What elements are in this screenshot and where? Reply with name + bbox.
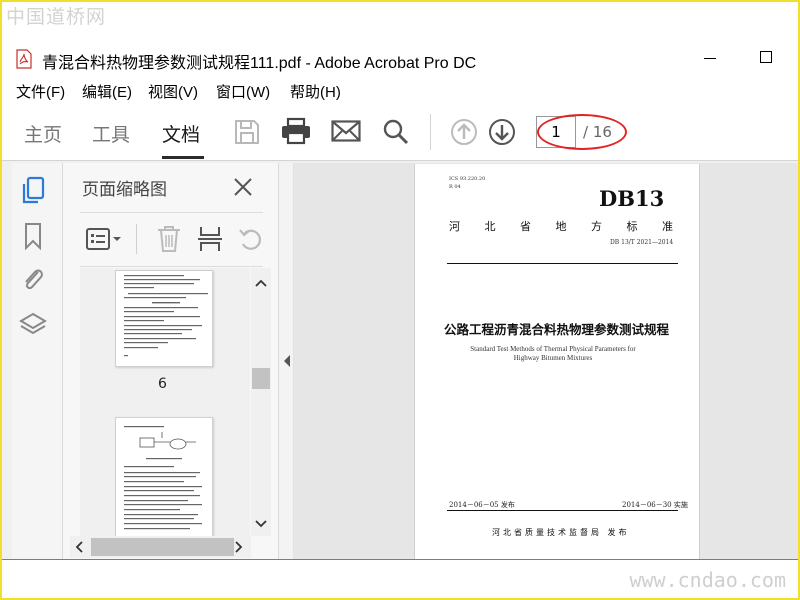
mail-icon[interactable] — [331, 120, 361, 142]
standard-category: 河 北 省 地 方 标 准 — [449, 218, 673, 234]
page-thumbnail[interactable] — [115, 270, 213, 367]
menu-edit[interactable]: 编辑(E) — [82, 81, 132, 102]
menu-file[interactable]: 文件(F) — [16, 81, 65, 102]
standard-number: DB 13/T 2021—2014 — [610, 239, 674, 246]
tab-document[interactable]: 文档 — [162, 120, 200, 147]
print-icon[interactable] — [280, 117, 312, 145]
thumbnail-label: 6 — [158, 376, 167, 392]
delete-icon[interactable] — [156, 225, 182, 253]
category-char: 北 — [484, 220, 496, 233]
category-char: 河 — [449, 220, 460, 233]
toolbar-divider — [430, 114, 431, 150]
close-icon[interactable] — [232, 176, 254, 198]
previous-page-icon[interactable] — [450, 118, 478, 146]
menu-bar: 文件(F) 编辑(E) 视图(V) 窗口(W) 帮助(H) — [2, 78, 798, 102]
document-title: 公路工程沥青混合料热物理参数测试规程 — [444, 322, 670, 337]
class-code: R 04 — [449, 184, 461, 190]
highlight-ring — [537, 114, 627, 150]
thumbnail-content — [124, 275, 208, 357]
watermark-top: 中国道桥网 — [6, 6, 107, 28]
page-thumbnail[interactable] — [115, 417, 213, 537]
menu-help[interactable]: 帮助(H) — [290, 81, 341, 102]
page-rule-bottom — [447, 510, 678, 511]
bookmark-icon[interactable] — [23, 222, 43, 250]
active-tab-indicator — [162, 156, 204, 159]
thumbnail-options-icon[interactable] — [86, 227, 124, 251]
chevron-left-icon[interactable] — [74, 540, 84, 554]
category-char: 标 — [626, 220, 638, 233]
layers-icon[interactable] — [19, 311, 47, 339]
category-char: 地 — [555, 220, 567, 233]
attachment-icon[interactable] — [20, 264, 46, 294]
vertical-scroll-thumb[interactable] — [252, 368, 270, 389]
issuing-authority: 河北省质量技术监督局 发布 — [492, 528, 630, 537]
category-char: 准 — [662, 220, 673, 233]
menu-window[interactable]: 窗口(W) — [216, 81, 270, 102]
panel-toolbar-divider — [136, 224, 137, 254]
watermark-bottom: www.cndao.com — [629, 568, 786, 592]
search-icon[interactable] — [382, 118, 410, 146]
category-char: 方 — [591, 220, 602, 233]
collapse-panel-icon[interactable] — [282, 354, 292, 368]
publish-date: 2014－06－05 发布 — [449, 501, 515, 509]
menu-view[interactable]: 视图(V) — [148, 81, 198, 102]
standard-code: DB13 — [599, 186, 665, 211]
title-bar: 青混合料热物理参数测试规程111.pdf - Adobe Acrobat Pro… — [2, 40, 798, 76]
horizontal-scroll-thumb[interactable] — [91, 538, 234, 556]
ics-code: ICS 93.220.20 — [449, 176, 486, 182]
panel-divider-2 — [80, 266, 263, 267]
panel-divider — [80, 212, 263, 213]
panel-title: 页面缩略图 — [82, 180, 167, 200]
next-page-icon[interactable] — [488, 118, 516, 146]
pdf-file-icon — [16, 49, 32, 69]
chevron-up-icon[interactable] — [254, 278, 268, 288]
page-thumbnails-icon[interactable] — [20, 176, 46, 206]
chevron-down-icon[interactable] — [254, 519, 268, 529]
tab-tools[interactable]: 工具 — [92, 120, 130, 147]
rotate-icon[interactable] — [238, 226, 264, 252]
thumbnail-vertical-scrollbar[interactable] — [251, 268, 271, 536]
status-line — [2, 559, 798, 560]
english-title-line2: Highway Bitumen Mixtures — [513, 354, 593, 362]
thumbnail-content — [124, 426, 202, 530]
category-char: 省 — [520, 220, 531, 233]
tab-home[interactable]: 主页 — [24, 120, 62, 147]
minimize-button[interactable] — [704, 58, 716, 59]
maximize-button[interactable] — [760, 51, 772, 63]
chevron-right-icon[interactable] — [234, 540, 244, 554]
effective-date: 2014－06－30 实施 — [622, 501, 688, 509]
insert-page-icon[interactable] — [197, 225, 223, 253]
page-rule-top — [447, 263, 678, 264]
english-title-line1: Standard Test Methods of Thermal Physica… — [470, 345, 636, 353]
save-icon[interactable] — [233, 118, 261, 146]
window-title: 青混合料热物理参数测试规程111.pdf - Adobe Acrobat Pro… — [42, 55, 477, 72]
